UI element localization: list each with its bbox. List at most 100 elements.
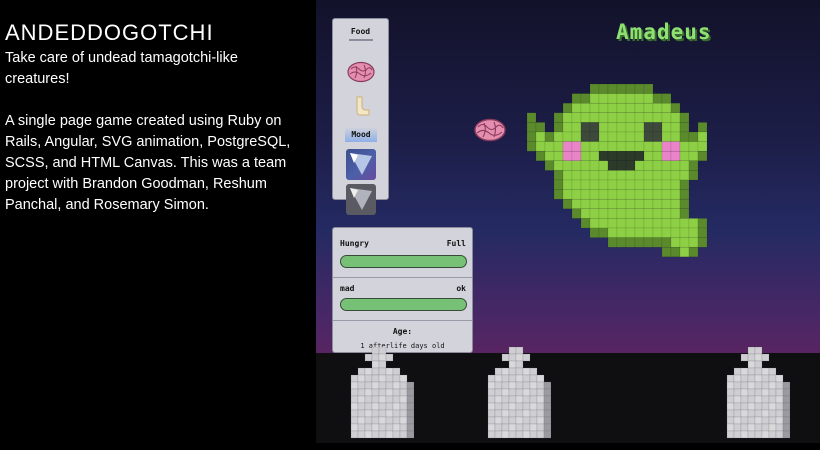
tombstone-pixel	[392, 395, 401, 404]
ghost-pixel	[652, 227, 663, 238]
ghost-pixel	[670, 141, 681, 152]
ghost-pixel	[616, 122, 627, 133]
tombstone-pixel	[768, 409, 777, 418]
tombstone-pixel	[782, 402, 790, 411]
tombstone-pixel	[754, 416, 763, 425]
tombstone-pixel	[733, 416, 742, 425]
tombstone-pixel	[522, 353, 531, 362]
ghost-pixel	[571, 170, 582, 181]
tombstone-pixel	[782, 416, 790, 425]
tombstone-pixel	[726, 388, 735, 397]
tombstone-pixel	[726, 409, 735, 418]
tombstone-pixel	[392, 409, 401, 418]
tombstone-pixel	[529, 367, 538, 376]
tombstone-pixel	[515, 402, 524, 411]
ghost-pixel	[580, 198, 591, 210]
ghost-pixel	[679, 179, 690, 190]
ghost-pixel	[643, 198, 654, 210]
ghost-pixel	[670, 198, 681, 210]
tombstone-pixel	[350, 388, 359, 397]
ghost-pixel	[598, 189, 609, 200]
tombstone-pixel	[529, 416, 538, 425]
care-menu: Food Mood	[332, 18, 389, 215]
ghost-pixel	[607, 198, 618, 210]
tombstone-pixel	[385, 423, 394, 432]
tombstone-pixel	[536, 388, 545, 397]
brain-icon[interactable]	[474, 118, 506, 142]
ghost-pixel	[607, 141, 618, 152]
ghost-pixel	[634, 122, 645, 133]
tombstone-pixel	[385, 353, 394, 362]
ghost-pixel	[670, 218, 681, 229]
ghost-pixel	[580, 102, 591, 114]
tombstone-pixel	[515, 360, 524, 369]
tombstone-pixel	[357, 416, 366, 425]
ghost-pixel	[643, 237, 654, 248]
tombstone-pixel	[399, 402, 408, 411]
mood-bar-fill	[341, 299, 466, 310]
tombstone-pixel	[747, 353, 756, 362]
tombstone-pixel	[385, 381, 394, 390]
divider	[333, 320, 472, 321]
ghost-pixel	[598, 102, 609, 114]
tombstone-pixel	[508, 423, 517, 432]
tombstone-pixel	[515, 416, 524, 425]
ghost-pixel	[598, 150, 609, 162]
ghost-pixel	[607, 102, 618, 114]
ghost-pixel	[607, 208, 618, 219]
ghost-pixel	[598, 179, 609, 190]
tombstone-pixel	[754, 367, 763, 376]
ghost-pixel	[589, 179, 600, 190]
ghost-pixel	[625, 141, 636, 152]
ghost-pixel	[562, 141, 573, 152]
tombstone-pixel	[740, 395, 749, 404]
ghost-pixel	[544, 131, 555, 142]
tombstone-pixel	[350, 423, 359, 432]
mood-action-button[interactable]	[346, 184, 376, 215]
tombstone-pixel	[494, 374, 503, 383]
tombstone-pixel	[754, 423, 763, 432]
brain-icon[interactable]	[347, 61, 375, 83]
tombstone-pixel	[501, 402, 510, 411]
tombstone	[350, 347, 414, 439]
tombstone-pixel	[529, 402, 538, 411]
game-description: A single page game created using Ruby on…	[5, 113, 291, 213]
ghost-pixel	[670, 131, 681, 142]
age-label: Age:	[392, 327, 413, 336]
ghost-pixel	[589, 112, 600, 123]
tombstone-pixel	[350, 409, 359, 418]
tombstone-pixel	[399, 374, 408, 383]
ghost-pixel	[679, 141, 690, 152]
tombstone-pixel	[747, 347, 756, 355]
ghost-pixel	[679, 227, 690, 238]
tombstone-pixel	[529, 423, 538, 432]
tombstone-pixel	[733, 388, 742, 397]
ghost-pixel	[670, 170, 681, 181]
tombstone-pixel	[487, 409, 496, 418]
tombstone-pixel	[543, 395, 551, 404]
ghost-pixel	[661, 179, 672, 190]
tombstone-pixel	[406, 430, 414, 439]
tombstone-pixel	[350, 430, 359, 439]
ghost-pixel	[697, 131, 708, 142]
tombstone-pixel	[726, 395, 735, 404]
ghost-pixel	[589, 160, 600, 171]
ghost-pixel	[661, 122, 672, 133]
tombstone-pixel	[378, 395, 387, 404]
tombstone-pixel	[371, 360, 380, 369]
tombstone-pixel	[754, 347, 763, 355]
bone-icon[interactable]	[351, 95, 371, 117]
ghost-pixel	[652, 179, 663, 190]
ghost-pixel	[562, 189, 573, 200]
ghost-pixel	[688, 141, 699, 152]
tombstone-pixel	[726, 430, 735, 439]
tombstone-pixel	[543, 381, 551, 390]
tombstone-pixel	[761, 409, 770, 418]
ghost-pet[interactable]	[525, 82, 715, 268]
ghost-pixel	[697, 122, 708, 133]
tombstone-pixel	[378, 423, 387, 432]
tombstone-pixel	[740, 430, 749, 439]
mood-action-button[interactable]	[346, 149, 376, 180]
tombstone	[726, 347, 790, 439]
ghost-pixel	[616, 93, 627, 104]
